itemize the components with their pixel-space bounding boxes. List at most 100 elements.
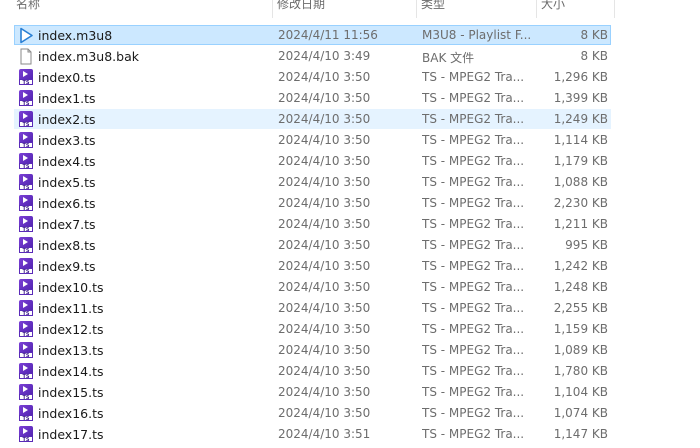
- file-modified-date: 2024/4/10 3:50: [278, 91, 371, 105]
- file-row[interactable]: index.m3u8 2024/4/11 11:56 M3U8 - Playlist…: [14, 25, 611, 45]
- column-header-type[interactable]: 类型: [421, 0, 537, 16]
- file-type: TS - MPEG2 Tra...: [422, 427, 525, 441]
- file-row[interactable]: TS index10.ts 2024/4/10 3:50 TS - MPEG2 Tra…: [14, 277, 611, 297]
- playlist-icon: [18, 27, 34, 44]
- file-name: index14.ts: [38, 364, 104, 379]
- file-row[interactable]: TS index7.ts 2024/4/10 3:50 TS - MPEG2 Tra.…: [14, 214, 611, 234]
- file-size: 2,255 KB: [553, 301, 608, 315]
- file-row[interactable]: TS index0.ts 2024/4/10 3:50 TS - MPEG2 Tra.…: [14, 67, 611, 87]
- ts-video-icon: TS: [18, 69, 34, 86]
- file-size: 1,114 KB: [553, 133, 608, 147]
- ts-video-icon: TS: [18, 237, 34, 254]
- ts-video-icon: TS: [18, 300, 34, 317]
- file-type: TS - MPEG2 Tra...: [422, 322, 525, 336]
- file-modified-date: 2024/4/10 3:50: [278, 238, 371, 252]
- file-size: 995 KB: [565, 238, 608, 252]
- file-row[interactable]: TS index2.ts 2024/4/10 3:50 TS - MPEG2 Tra.…: [14, 109, 611, 129]
- file-name: index9.ts: [38, 259, 96, 274]
- file-size: 1,179 KB: [553, 154, 608, 168]
- file-type: TS - MPEG2 Tra...: [422, 196, 525, 210]
- ts-video-icon: TS: [18, 363, 34, 380]
- file-modified-date: 2024/4/10 3:50: [278, 280, 371, 294]
- column-divider[interactable]: [536, 0, 537, 18]
- file-size: 2,230 KB: [553, 196, 608, 210]
- file-modified-date: 2024/4/10 3:50: [278, 385, 371, 399]
- ts-video-icon: TS: [18, 258, 34, 275]
- file-row[interactable]: TS index16.ts 2024/4/10 3:50 TS - MPEG2 Tra…: [14, 403, 611, 423]
- column-header-name[interactable]: 名称: [16, 0, 272, 16]
- file-row[interactable]: TS index12.ts 2024/4/10 3:50 TS - MPEG2 Tra…: [14, 319, 611, 339]
- file-name: index6.ts: [38, 196, 96, 211]
- file-type: TS - MPEG2 Tra...: [422, 406, 525, 420]
- file-size: 1,147 KB: [553, 427, 608, 441]
- ts-video-icon: TS: [18, 90, 34, 107]
- file-name: index0.ts: [38, 70, 96, 85]
- column-header-date[interactable]: 修改日期: [277, 0, 417, 16]
- file-name: index7.ts: [38, 217, 96, 232]
- ts-video-icon: TS: [18, 216, 34, 233]
- file-row[interactable]: TS index13.ts 2024/4/10 3:50 TS - MPEG2 Tra…: [14, 340, 611, 360]
- file-size: 1,088 KB: [553, 175, 608, 189]
- file-name: index15.ts: [38, 385, 104, 400]
- file-row[interactable]: index.m3u8.bak 2024/4/10 3:49 BAK 文件 8 KB: [14, 46, 611, 66]
- ts-video-icon: TS: [18, 279, 34, 296]
- file-size: 1,074 KB: [553, 406, 608, 420]
- column-divider[interactable]: [416, 0, 417, 18]
- file-size: 1,159 KB: [553, 322, 608, 336]
- file-name: index3.ts: [38, 133, 96, 148]
- file-size: 1,399 KB: [553, 91, 608, 105]
- file-type: TS - MPEG2 Tra...: [422, 364, 525, 378]
- ts-video-icon: TS: [18, 153, 34, 170]
- file-type: TS - MPEG2 Tra...: [422, 112, 525, 126]
- file-row[interactable]: TS index15.ts 2024/4/10 3:50 TS - MPEG2 Tra…: [14, 382, 611, 402]
- file-name: index10.ts: [38, 280, 104, 295]
- file-modified-date: 2024/4/10 3:50: [278, 259, 371, 273]
- column-divider[interactable]: [272, 0, 273, 18]
- file-size: 1,296 KB: [553, 70, 608, 84]
- file-modified-date: 2024/4/10 3:50: [278, 175, 371, 189]
- file-type: TS - MPEG2 Tra...: [422, 385, 525, 399]
- ts-video-icon: TS: [18, 342, 34, 359]
- file-row[interactable]: TS index17.ts 2024/4/10 3:51 TS - MPEG2 Tra…: [14, 424, 611, 444]
- file-row[interactable]: TS index14.ts 2024/4/10 3:50 TS - MPEG2 Tra…: [14, 361, 611, 381]
- ts-video-icon: TS: [18, 195, 34, 212]
- file-modified-date: 2024/4/10 3:50: [278, 343, 371, 357]
- file-modified-date: 2024/4/10 3:51: [278, 427, 371, 441]
- column-header-size[interactable]: 大小: [541, 0, 611, 16]
- file-size: 1,104 KB: [553, 385, 608, 399]
- file-size: 8 KB: [580, 28, 608, 42]
- file-modified-date: 2024/4/10 3:50: [278, 70, 371, 84]
- file-name: index16.ts: [38, 406, 104, 421]
- file-name: index4.ts: [38, 154, 96, 169]
- file-type: TS - MPEG2 Tra...: [422, 259, 525, 273]
- file-size: 1,211 KB: [553, 217, 608, 231]
- file-row[interactable]: TS index1.ts 2024/4/10 3:50 TS - MPEG2 Tra.…: [14, 88, 611, 108]
- file-size: 1,249 KB: [553, 112, 608, 126]
- file-modified-date: 2024/4/10 3:49: [278, 49, 371, 63]
- file-row[interactable]: TS index5.ts 2024/4/10 3:50 TS - MPEG2 Tra.…: [14, 172, 611, 192]
- file-name: index5.ts: [38, 175, 96, 190]
- file-row[interactable]: TS index3.ts 2024/4/10 3:50 TS - MPEG2 Tra.…: [14, 130, 611, 150]
- column-divider[interactable]: [614, 0, 615, 18]
- file-modified-date: 2024/4/11 11:56: [278, 28, 378, 42]
- file-row[interactable]: TS index6.ts 2024/4/10 3:50 TS - MPEG2 Tra.…: [14, 193, 611, 213]
- file-modified-date: 2024/4/10 3:50: [278, 154, 371, 168]
- file-modified-date: 2024/4/10 3:50: [278, 133, 371, 147]
- ts-video-icon: TS: [18, 405, 34, 422]
- file-row[interactable]: TS index4.ts 2024/4/10 3:50 TS - MPEG2 Tra.…: [14, 151, 611, 171]
- file-type: TS - MPEG2 Tra...: [422, 70, 525, 84]
- file-row[interactable]: TS index8.ts 2024/4/10 3:50 TS - MPEG2 Tra.…: [14, 235, 611, 255]
- file-modified-date: 2024/4/10 3:50: [278, 406, 371, 420]
- file-name: index2.ts: [38, 112, 96, 127]
- file-modified-date: 2024/4/10 3:50: [278, 196, 371, 210]
- file-size: 1,780 KB: [553, 364, 608, 378]
- ts-video-icon: TS: [18, 426, 34, 443]
- file-size: 1,248 KB: [553, 280, 608, 294]
- file-name: index.m3u8.bak: [38, 49, 139, 64]
- file-type: TS - MPEG2 Tra...: [422, 280, 525, 294]
- file-row[interactable]: TS index9.ts 2024/4/10 3:50 TS - MPEG2 Tra.…: [14, 256, 611, 276]
- file-row[interactable]: TS index11.ts 2024/4/10 3:50 TS - MPEG2 Tra…: [14, 298, 611, 318]
- file-type: TS - MPEG2 Tra...: [422, 301, 525, 315]
- ts-video-icon: TS: [18, 111, 34, 128]
- file-type: TS - MPEG2 Tra...: [422, 217, 525, 231]
